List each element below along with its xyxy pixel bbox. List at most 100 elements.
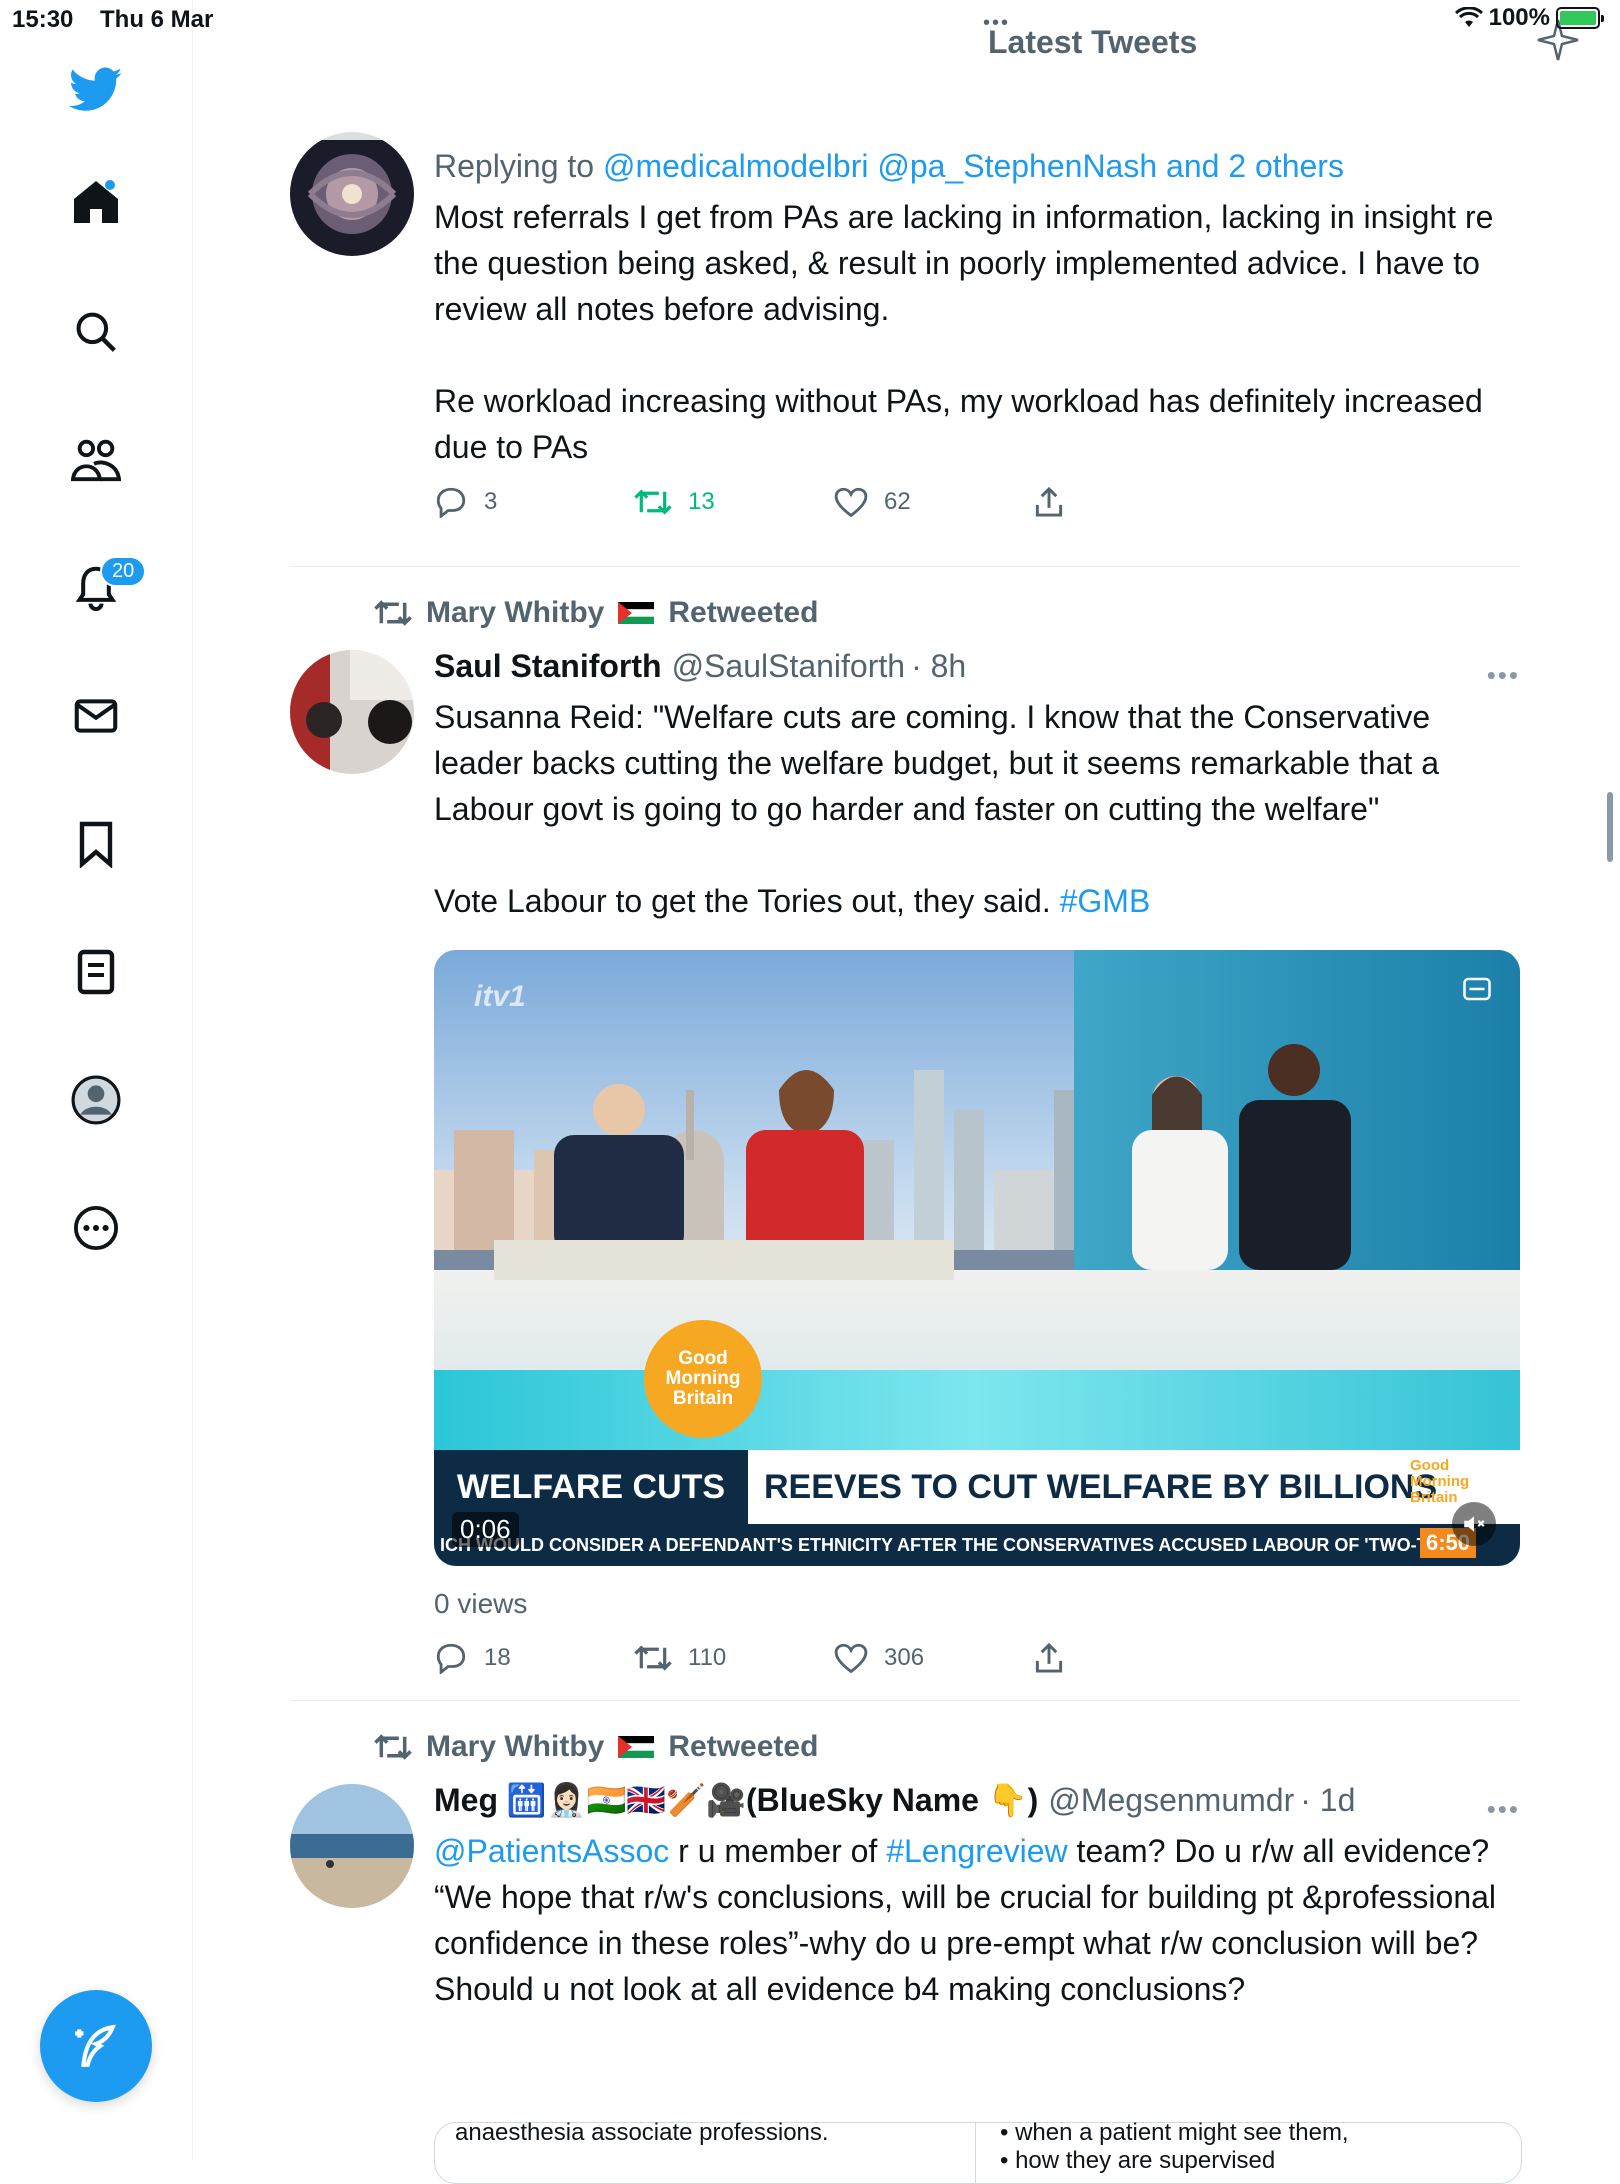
reply-count: 18 <box>484 1644 511 1671</box>
battery-percent: 100% <box>1488 4 1550 31</box>
retweet-button[interactable]: 110 <box>634 1643 834 1673</box>
hashtag-link[interactable]: #Lengreview <box>886 1833 1067 1869</box>
share-button[interactable] <box>1034 486 1234 518</box>
tweet-text: @PatientsAssoc r u member of #Lengreview… <box>434 1828 1520 2012</box>
card-left-text: anaesthesia associate professions. <box>455 2119 829 2146</box>
video-player[interactable]: itv1 Good Morning Britain WELFARE CUTS R… <box>434 950 1520 1566</box>
view-count: 0 views <box>434 1588 528 1619</box>
tweet-text: Susanna Reid: "Welfare cuts are coming. … <box>434 694 1520 924</box>
like-count: 62 <box>884 488 911 515</box>
reply-icon <box>436 487 466 518</box>
ticker-headline-right: REEVES TO CUT WELFARE BY BILLIONS Good M… <box>748 1450 1520 1524</box>
like-button[interactable]: 62 <box>834 487 1034 517</box>
wifi-icon <box>1454 7 1483 27</box>
retweet-icon <box>374 600 412 626</box>
tweet-content: Saul Staniforth @SaulStaniforth · 8h •••… <box>434 646 1520 1674</box>
lists-icon[interactable] <box>68 944 124 1000</box>
compose-icon <box>75 2024 116 2067</box>
bookmarks-icon[interactable] <box>68 816 124 872</box>
retweet-icon <box>634 1645 672 1671</box>
more-icon[interactable] <box>68 1200 124 1256</box>
compose-tweet-button[interactable] <box>40 1990 152 2102</box>
messages-icon[interactable] <box>68 688 124 744</box>
tweet-author-row: Saul Staniforth @SaulStaniforth · 8h <box>434 646 1520 686</box>
tweet-text: Most referrals I get from PAs are lackin… <box>434 199 1494 465</box>
avatar[interactable] <box>290 650 414 774</box>
retweet-header: Mary Whitby Retweeted <box>374 1730 818 1764</box>
card-divider <box>975 2123 976 2183</box>
more-options-button[interactable]: ••• <box>1487 1794 1520 1825</box>
tweet-actions: 18 110 306 <box>434 1642 1520 1674</box>
like-count: 306 <box>884 1644 925 1671</box>
card-right-line-2: • how they are supervised <box>1000 2147 1276 2174</box>
card-right-line-1: • when a patient might see them, <box>1000 2119 1349 2146</box>
itv-logo: itv1 <box>474 980 526 1013</box>
retweeter-name[interactable]: Mary Whitby <box>426 596 604 630</box>
search-icon[interactable] <box>68 304 124 360</box>
reply-others[interactable]: and 2 others <box>1166 148 1344 184</box>
status-right: 100% <box>1454 4 1604 32</box>
card-right-text: • when a patient might see them, • how t… <box>1000 2119 1349 2175</box>
reply-users[interactable]: @medicalmodelbri @pa_StephenNash <box>603 148 1157 184</box>
like-button[interactable]: 306 <box>834 1643 1034 1673</box>
battery-icon <box>1556 7 1604 29</box>
tweet-time[interactable]: · 8h <box>911 646 966 686</box>
reply-prefix: Replying to <box>434 148 595 184</box>
reply-button[interactable]: 18 <box>434 1642 634 1674</box>
ticker-crawl: ICH WOULD CONSIDER A DEFENDANT'S ETHNICI… <box>434 1524 1520 1566</box>
status-time: 15:30 <box>12 6 74 33</box>
avatar[interactable] <box>290 132 414 256</box>
heart-icon <box>834 487 868 517</box>
status-bar: 15:30 Thu 6 Mar 100% <box>0 0 1620 40</box>
scrollbar[interactable] <box>1607 792 1613 862</box>
divider <box>290 566 1520 567</box>
retweet-count: 13 <box>688 488 715 515</box>
communities-icon[interactable] <box>68 432 124 488</box>
reply-to-line: Replying to @medicalmodelbri @pa_Stephen… <box>434 146 1520 186</box>
divider <box>290 1700 1520 1701</box>
status-date: Thu 6 Mar <box>100 6 214 33</box>
author-name[interactable]: Saul Staniforth <box>434 646 662 686</box>
profile-icon[interactable] <box>68 1072 124 1128</box>
retweet-count: 110 <box>688 1644 727 1671</box>
mute-icon <box>1464 1516 1485 1532</box>
retweet-header: Mary Whitby Retweeted <box>374 596 818 630</box>
link-preview-card[interactable]: anaesthesia associate professions. • whe… <box>434 2119 1522 2184</box>
retweet-icon <box>374 1734 412 1760</box>
tweet-text-main: Susanna Reid: "Welfare cuts are coming. … <box>434 699 1439 919</box>
palestine-flag-icon <box>618 1736 655 1758</box>
ticker-headline-text: REEVES TO CUT WELFARE BY BILLIONS <box>764 1467 1438 1506</box>
avatar[interactable] <box>290 1784 414 1908</box>
gmb-logo: Good Morning Britain <box>644 1320 762 1438</box>
reply-button[interactable]: 3 <box>434 486 634 518</box>
twitter-logo-icon[interactable] <box>68 62 124 118</box>
tweet-actions: 3 13 62 <box>434 486 1520 518</box>
more-options-button[interactable]: ••• <box>1487 660 1520 691</box>
subtitles-icon[interactable] <box>1462 974 1492 1004</box>
retweet-button[interactable]: 13 <box>634 487 834 517</box>
heart-icon <box>834 1643 868 1673</box>
notification-badge: 20 <box>100 556 147 587</box>
reply-count: 3 <box>484 488 498 515</box>
retweeted-label: Retweeted <box>668 596 819 629</box>
tweet-time[interactable]: · 1d <box>1300 1780 1355 1820</box>
author-handle[interactable]: @Megsenmumdr <box>1048 1780 1294 1820</box>
tweet-content: Replying to @medicalmodelbri @pa_Stephen… <box>434 146 1520 518</box>
mention-link[interactable]: @PatientsAssoc <box>434 1833 669 1869</box>
home-icon[interactable] <box>68 174 124 230</box>
share-icon <box>1035 486 1063 517</box>
share-button[interactable] <box>1034 1642 1234 1674</box>
tweet-author-row: Meg 🛗👩🏻‍⚕️🇮🇳🇬🇧🏏🎥(BlueSky Name 👇) @Megsen… <box>434 1780 1520 1820</box>
mute-button[interactable] <box>1452 1502 1496 1546</box>
palestine-flag-icon <box>618 602 655 624</box>
author-handle[interactable]: @SaulStaniforth <box>672 646 906 686</box>
tweet-content: Meg 🛗👩🏻‍⚕️🇮🇳🇬🇧🏏🎥(BlueSky Name 👇) @Megsen… <box>434 1780 1520 2012</box>
retweeter-name[interactable]: Mary Whitby <box>426 1730 604 1764</box>
ticker-logo: Good Morning Britain <box>1410 1457 1470 1506</box>
retweeted-label: Retweeted <box>668 1730 819 1763</box>
retweet-icon <box>634 489 672 515</box>
sidebar: 20 <box>0 0 193 2160</box>
hashtag-link[interactable]: #GMB <box>1060 883 1151 919</box>
author-name[interactable]: Meg 🛗👩🏻‍⚕️🇮🇳🇬🇧🏏🎥(BlueSky Name 👇) <box>434 1780 1038 1820</box>
video-duration: 0:06 <box>452 1512 519 1547</box>
